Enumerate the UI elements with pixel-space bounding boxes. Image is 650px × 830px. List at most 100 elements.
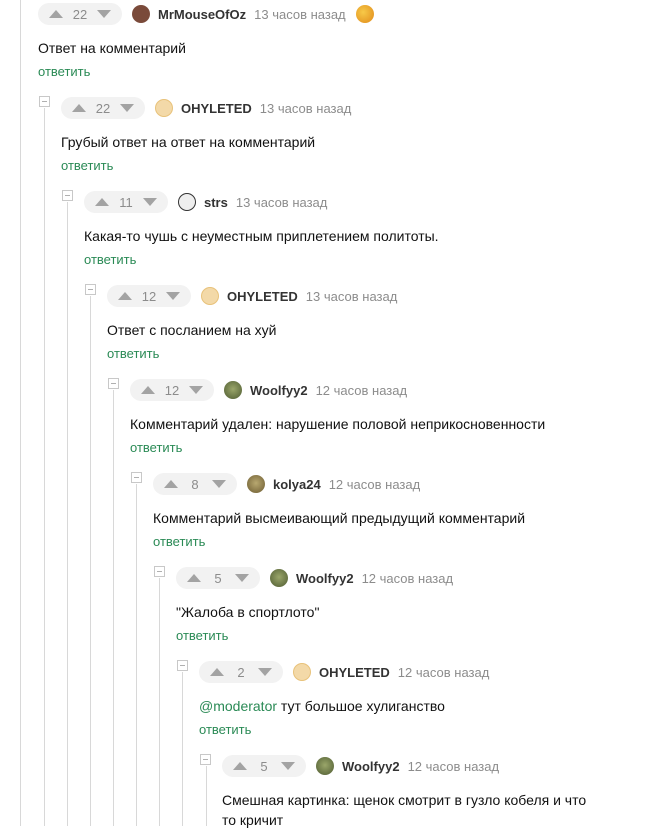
comment-text: Смешная картинка: щенок смотрит в гузло …	[222, 792, 587, 828]
downvote-icon[interactable]	[143, 198, 157, 206]
collapse-toggle[interactable]	[62, 190, 73, 201]
avatar[interactable]	[247, 475, 265, 493]
thread-line	[113, 390, 114, 826]
comment-text: "Жалоба в спортлото"	[176, 604, 320, 620]
timestamp[interactable]: 13 часов назад	[236, 195, 328, 210]
user-mention[interactable]: @moderator	[199, 698, 277, 714]
reply-link[interactable]: ответить	[84, 252, 136, 267]
vote-widget: 12	[130, 379, 214, 401]
timestamp[interactable]: 12 часов назад	[329, 477, 421, 492]
timestamp[interactable]: 12 часов назад	[408, 759, 500, 774]
upvote-icon[interactable]	[187, 574, 201, 582]
reply-link[interactable]: ответить	[153, 534, 205, 549]
username[interactable]: OHYLETED	[319, 665, 390, 680]
rating: 22	[72, 6, 88, 22]
downvote-icon[interactable]	[235, 574, 249, 582]
thread-line	[90, 296, 91, 826]
username[interactable]: Woolfyy2	[342, 759, 400, 774]
collapse-toggle[interactable]	[177, 660, 188, 671]
avatar[interactable]	[224, 381, 242, 399]
upvote-icon[interactable]	[118, 292, 132, 300]
comment-text: Грубый ответ на ответ на комментарий	[61, 134, 316, 150]
vote-widget: 5	[176, 567, 260, 589]
username[interactable]: Woolfyy2	[296, 571, 354, 586]
comment-text: Комментарий удален: нарушение половой не…	[130, 416, 546, 432]
comment: 5 Woolfyy2 12 часов назад "Жалоба в спор…	[176, 566, 636, 645]
downvote-icon[interactable]	[97, 10, 111, 18]
avatar[interactable]	[178, 193, 196, 211]
username[interactable]: OHYLETED	[227, 289, 298, 304]
comment-thread: 22 MrMouseOfOz 13 часов назад Ответ на к…	[0, 0, 650, 828]
downvote-icon[interactable]	[189, 386, 203, 394]
avatar[interactable]	[316, 757, 334, 775]
vote-widget: 22	[38, 3, 122, 25]
username[interactable]: MrMouseOfOz	[158, 7, 246, 22]
award-badge-icon	[355, 5, 374, 23]
collapse-toggle[interactable]	[39, 96, 50, 107]
downvote-icon[interactable]	[166, 292, 180, 300]
comment-text: Какая-то чушь с неуместным приплетением …	[84, 228, 439, 244]
upvote-icon[interactable]	[49, 10, 63, 18]
upvote-icon[interactable]	[233, 762, 247, 770]
comment: 5 Woolfyy2 12 часов назад Смешная картин…	[222, 754, 602, 830]
thread-line	[206, 766, 207, 826]
collapse-toggle[interactable]	[108, 378, 119, 389]
rating: 2	[237, 664, 245, 680]
thread-line	[159, 578, 160, 826]
reply-link[interactable]: ответить	[199, 722, 251, 737]
avatar[interactable]	[201, 287, 219, 305]
username[interactable]: kolya24	[273, 477, 321, 492]
rating: 12	[164, 382, 180, 398]
comment-text: Комментарий высмеивающий предыдущий комм…	[153, 510, 526, 526]
reply-link[interactable]: ответить	[176, 628, 228, 643]
timestamp[interactable]: 13 часов назад	[254, 7, 346, 22]
downvote-icon[interactable]	[212, 480, 226, 488]
reply-link[interactable]: ответить	[61, 158, 113, 173]
comment-header: 5 Woolfyy2 12 часов назад	[222, 754, 602, 778]
rating: 11	[119, 194, 133, 210]
reply-link[interactable]: ответить	[38, 64, 90, 79]
upvote-icon[interactable]	[72, 104, 86, 112]
downvote-icon[interactable]	[281, 762, 295, 770]
collapse-toggle[interactable]	[85, 284, 96, 295]
upvote-icon[interactable]	[210, 668, 224, 676]
rating: 8	[191, 476, 199, 492]
thread-line	[136, 484, 137, 826]
vote-widget: 12	[107, 285, 191, 307]
comment-text: Ответ с посланием на хуй	[107, 322, 277, 338]
username[interactable]: Woolfyy2	[250, 383, 308, 398]
upvote-icon[interactable]	[164, 480, 178, 488]
avatar[interactable]	[155, 99, 173, 117]
comment: 22 MrMouseOfOz 13 часов назад Ответ на к…	[38, 2, 638, 81]
timestamp[interactable]: 13 часов назад	[306, 289, 398, 304]
timestamp[interactable]: 12 часов назад	[316, 383, 408, 398]
username[interactable]: strs	[204, 195, 228, 210]
avatar[interactable]	[270, 569, 288, 587]
comment-header: 12 Woolfyy2 12 часов назад	[130, 378, 640, 402]
reply-link[interactable]: ответить	[107, 346, 159, 361]
rating: 22	[95, 100, 111, 116]
downvote-icon[interactable]	[120, 104, 134, 112]
vote-widget: 22	[61, 97, 145, 119]
comment-text: @moderator тут большое хулиганство	[199, 696, 639, 716]
thread-line	[67, 202, 68, 826]
collapse-toggle[interactable]	[131, 472, 142, 483]
collapse-toggle[interactable]	[200, 754, 211, 765]
reply-link[interactable]: ответить	[130, 440, 182, 455]
rating: 12	[141, 288, 157, 304]
comment-text-rest: тут большое хулиганство	[277, 698, 445, 714]
upvote-icon[interactable]	[141, 386, 155, 394]
timestamp[interactable]: 12 часов назад	[362, 571, 454, 586]
comment-header: 12 OHYLETED 13 часов назад	[107, 284, 637, 308]
avatar[interactable]	[293, 663, 311, 681]
collapse-toggle[interactable]	[154, 566, 165, 577]
rating: 5	[214, 570, 222, 586]
avatar[interactable]	[132, 5, 150, 23]
downvote-icon[interactable]	[258, 668, 272, 676]
timestamp[interactable]: 13 часов назад	[260, 101, 352, 116]
comment-header: 22 OHYLETED 13 часов назад	[61, 96, 631, 120]
upvote-icon[interactable]	[95, 198, 109, 206]
timestamp[interactable]: 12 часов назад	[398, 665, 490, 680]
comment: 2 OHYLETED 12 часов назад @moderator тут…	[199, 660, 639, 739]
username[interactable]: OHYLETED	[181, 101, 252, 116]
